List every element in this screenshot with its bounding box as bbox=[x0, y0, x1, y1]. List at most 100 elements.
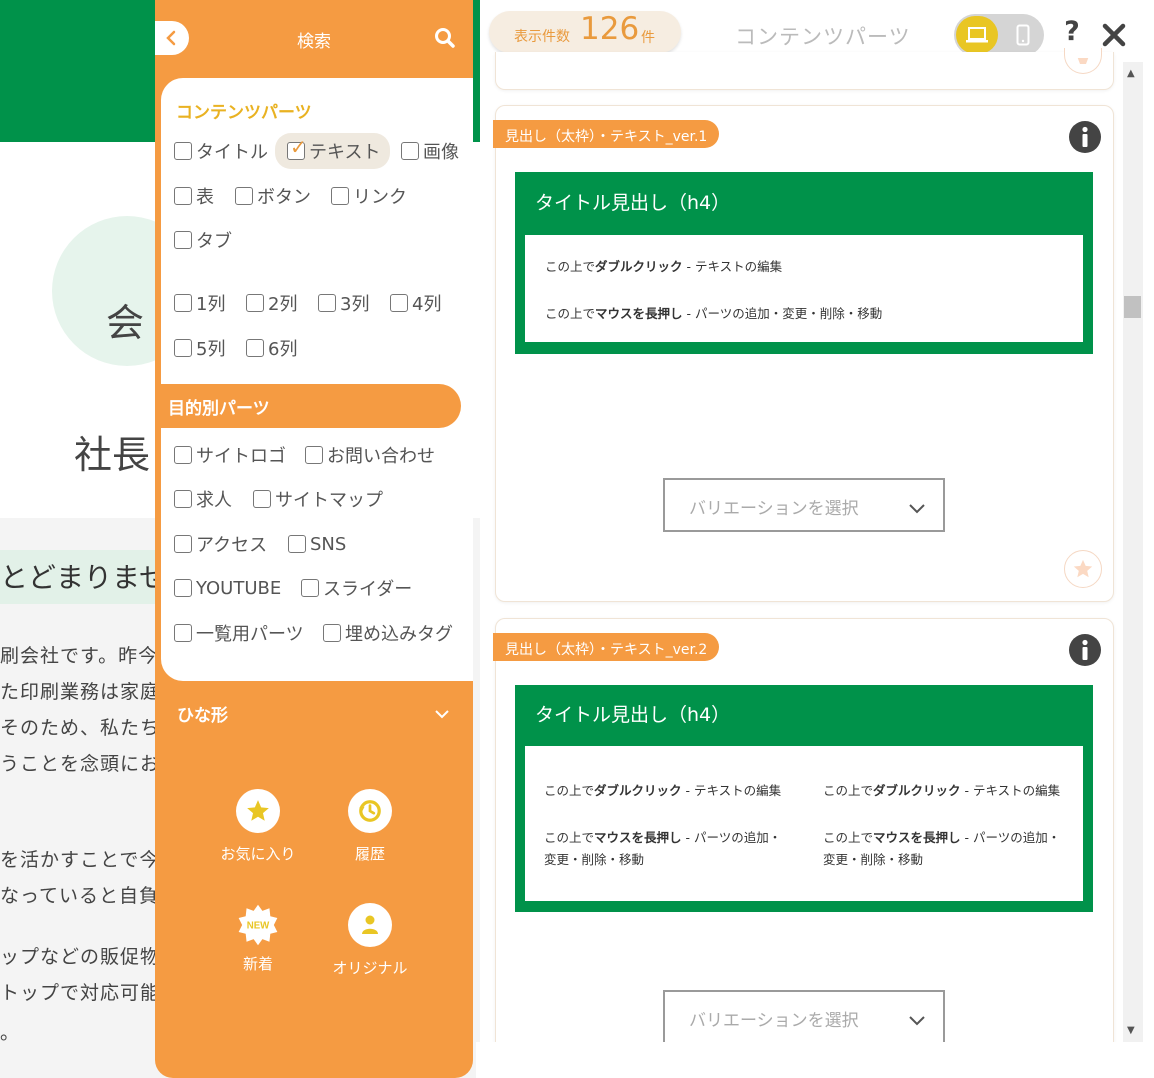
preview-text: 変更・削除・移動 bbox=[544, 852, 645, 867]
filter-col-1[interactable]: 1列 bbox=[174, 288, 225, 318]
filter-text[interactable]: ✓ テキスト bbox=[275, 133, 391, 169]
info-icon bbox=[1069, 634, 1101, 666]
search-icon bbox=[435, 28, 455, 48]
filter-sns[interactable]: SNS bbox=[288, 529, 346, 559]
checkbox-checked[interactable]: ✓ bbox=[287, 137, 307, 160]
filter-title[interactable]: タイトル bbox=[174, 136, 268, 166]
chevron-down-icon bbox=[909, 1016, 925, 1026]
filter-table[interactable]: 表 bbox=[174, 181, 214, 211]
mobile-view-button[interactable] bbox=[1008, 20, 1038, 50]
history-icon bbox=[359, 800, 381, 822]
info-button[interactable] bbox=[1068, 633, 1102, 667]
bg-line: 。 bbox=[0, 1022, 21, 1044]
bg-line: ップなどの販促物 bbox=[0, 946, 161, 968]
original-label: オリジナル bbox=[332, 959, 408, 977]
preview-text: この上でマウスを長押し - パーツの追加・ bbox=[544, 830, 782, 845]
preview-text: この上でダブルクリック - テキストの編集 bbox=[544, 783, 782, 798]
bg-band-text: とどまりませ bbox=[0, 561, 168, 594]
filter-youtube[interactable]: YOUTUBE bbox=[174, 573, 281, 603]
result-count-unit: 件 bbox=[641, 30, 655, 46]
templates-expand-button[interactable] bbox=[432, 704, 452, 724]
checkbox[interactable] bbox=[235, 187, 253, 205]
checkbox[interactable] bbox=[174, 535, 192, 553]
filter-access[interactable]: アクセス bbox=[174, 529, 267, 559]
info-button[interactable] bbox=[1068, 120, 1102, 154]
search-button[interactable] bbox=[431, 24, 459, 52]
result-count: 126 bbox=[580, 11, 640, 47]
checkbox[interactable] bbox=[390, 294, 408, 312]
filter-col-6[interactable]: 6列 bbox=[246, 333, 297, 363]
checkbox[interactable] bbox=[174, 579, 192, 597]
new-items-label: 新着 bbox=[242, 955, 273, 973]
preview-text: 変更・削除・移動 bbox=[823, 852, 924, 867]
star-icon bbox=[1073, 559, 1093, 578]
part-tag: 見出し（太枠）・テキスト_ver.1 bbox=[493, 120, 720, 148]
help-button[interactable]: ? bbox=[1059, 16, 1085, 52]
checkbox[interactable] bbox=[318, 294, 336, 312]
favorites-button[interactable]: お気に入り bbox=[203, 789, 313, 864]
checkbox[interactable] bbox=[174, 490, 192, 508]
checkbox[interactable] bbox=[174, 339, 192, 357]
bg-circle-text: 会 bbox=[106, 301, 145, 345]
star-icon bbox=[247, 800, 269, 821]
scrollbar-thumb[interactable] bbox=[1124, 296, 1141, 318]
favorite-button[interactable] bbox=[1064, 550, 1102, 588]
filter-col-5[interactable]: 5列 bbox=[174, 333, 225, 363]
bg-line: た印刷業務は家庭 bbox=[0, 681, 161, 703]
part-tag: 見出し（太枠）・テキスト_ver.2 bbox=[493, 633, 720, 661]
filter-col-4[interactable]: 4列 bbox=[390, 288, 441, 318]
checkbox[interactable] bbox=[174, 231, 192, 249]
checkbox[interactable] bbox=[301, 579, 319, 597]
bg-line: なっていると自負 bbox=[0, 885, 160, 907]
scrollbar[interactable] bbox=[1123, 62, 1143, 1042]
filter-contact[interactable]: お問い合わせ bbox=[305, 440, 435, 470]
variation-select[interactable]: バリエーションを選択 bbox=[663, 478, 945, 532]
filter-col-2[interactable]: 2列 bbox=[246, 288, 297, 318]
checkbox[interactable] bbox=[174, 187, 192, 205]
purpose-parts-title: 目的別パーツ bbox=[168, 399, 270, 419]
checkbox[interactable] bbox=[331, 187, 349, 205]
back-button[interactable] bbox=[155, 21, 189, 55]
chevron-down-icon bbox=[909, 504, 925, 514]
templates-toggle[interactable]: ひな形 bbox=[177, 701, 228, 726]
filter-col-3[interactable]: 3列 bbox=[318, 288, 369, 318]
variation-select[interactable]: バリエーションを選択 bbox=[663, 990, 945, 1044]
checkbox[interactable] bbox=[174, 142, 192, 160]
bg-line: うことを念頭にお bbox=[0, 753, 161, 775]
checkbox[interactable] bbox=[305, 446, 323, 464]
checkbox[interactable] bbox=[253, 490, 271, 508]
filter-list-parts[interactable]: 一覧用パーツ bbox=[174, 618, 304, 648]
checkbox[interactable] bbox=[174, 446, 192, 464]
part-card bbox=[495, 52, 1114, 90]
filter-image[interactable]: 画像 bbox=[401, 136, 459, 166]
filter-tab[interactable]: タブ bbox=[174, 225, 232, 255]
history-button[interactable]: 履歴 bbox=[315, 789, 425, 864]
list-bottom-mask bbox=[476, 1042, 1154, 1078]
filter-site-logo[interactable]: サイトロゴ bbox=[174, 440, 286, 470]
scroll-down-arrow-icon[interactable]: ▼ bbox=[1127, 1025, 1135, 1036]
filter-button[interactable]: ボタン bbox=[235, 181, 311, 211]
filter-slider[interactable]: スライダー bbox=[301, 573, 412, 603]
checkbox[interactable] bbox=[174, 624, 192, 642]
checkbox[interactable] bbox=[246, 339, 264, 357]
close-button[interactable] bbox=[1099, 18, 1129, 50]
filter-recruit[interactable]: 求人 bbox=[174, 484, 232, 514]
checkbox[interactable] bbox=[401, 142, 419, 160]
bg-ceo-heading: 社長 bbox=[74, 433, 151, 477]
preview-text: この上でマウスを長押し - パーツの追加・ bbox=[823, 830, 1061, 845]
checkbox[interactable] bbox=[174, 294, 192, 312]
new-badge-text: NEW bbox=[247, 921, 270, 932]
checkbox[interactable] bbox=[323, 624, 341, 642]
filter-embed-tag[interactable]: 埋め込みタグ bbox=[323, 618, 453, 648]
filter-sitemap[interactable]: サイトマップ bbox=[253, 484, 383, 514]
original-button[interactable]: オリジナル bbox=[315, 903, 425, 978]
checkbox[interactable] bbox=[288, 535, 306, 553]
scroll-up-arrow-icon[interactable]: ▲ bbox=[1127, 68, 1135, 79]
bg-line: トップで対応可能 bbox=[0, 982, 161, 1004]
result-count-label: 表示件数 bbox=[514, 29, 570, 45]
filter-link[interactable]: リンク bbox=[331, 181, 407, 211]
checkbox[interactable] bbox=[246, 294, 264, 312]
desktop-view-button[interactable] bbox=[956, 16, 998, 54]
new-items-button[interactable]: NEW 新着 bbox=[203, 903, 313, 974]
close-icon bbox=[1102, 23, 1126, 47]
